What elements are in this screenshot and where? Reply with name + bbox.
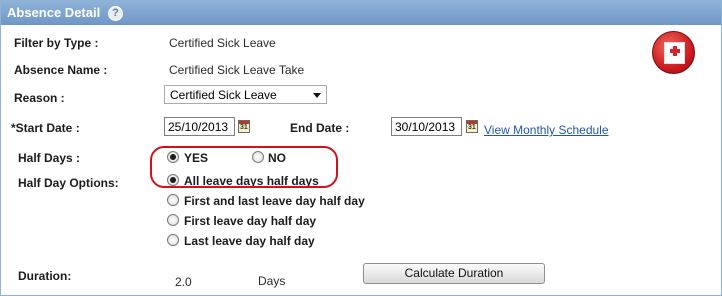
option-first-radio[interactable] — [167, 214, 179, 226]
duration-value: 2.0 — [175, 275, 192, 289]
end-date-label: End Date : — [290, 121, 350, 135]
option-first-last-radio[interactable] — [167, 194, 179, 206]
option-first-last-label: First and last leave day half day — [184, 194, 365, 208]
highlight-annotation — [150, 146, 338, 188]
reason-label: Reason : — [14, 91, 65, 105]
panel-header: Absence Detail ? — [1, 1, 721, 25]
half-days-label: Half Days : — [18, 151, 81, 165]
absence-name-label: Absence Name : — [14, 63, 108, 77]
filter-by-type-label: Filter by Type : — [14, 36, 99, 50]
panel-title: Absence Detail — [7, 5, 101, 20]
duration-label: Duration: — [18, 269, 72, 283]
filter-by-type-value: Certified Sick Leave — [169, 36, 276, 50]
calendar-icon[interactable]: 31 — [466, 120, 478, 133]
option-first-label: First leave day half day — [184, 214, 317, 228]
calculate-duration-button[interactable]: Calculate Duration — [363, 263, 545, 284]
absence-name-value: Certified Sick Leave Take — [169, 63, 305, 77]
half-day-options-label: Half Day Options: — [18, 176, 119, 190]
hospital-icon — [652, 31, 695, 74]
duration-unit: Days — [258, 274, 286, 288]
end-date-input[interactable]: 30/10/2013 — [391, 117, 462, 136]
calendar-icon[interactable]: 31 — [238, 120, 250, 133]
start-date-input[interactable]: 25/10/2013 — [164, 117, 235, 136]
absence-detail-panel: Absence Detail ? Filter by Type : Certif… — [0, 0, 722, 296]
start-date-label: *Start Date : — [11, 121, 80, 135]
question-icon[interactable]: ? — [108, 6, 123, 21]
chevron-down-icon — [313, 93, 321, 98]
option-last-radio[interactable] — [167, 234, 179, 246]
reason-select[interactable]: Certified Sick Leave — [164, 85, 327, 104]
view-monthly-schedule-link[interactable]: View Monthly Schedule — [484, 123, 609, 137]
option-last-label: Last leave day half day — [184, 234, 315, 248]
reason-selected-value: Certified Sick Leave — [170, 88, 277, 102]
